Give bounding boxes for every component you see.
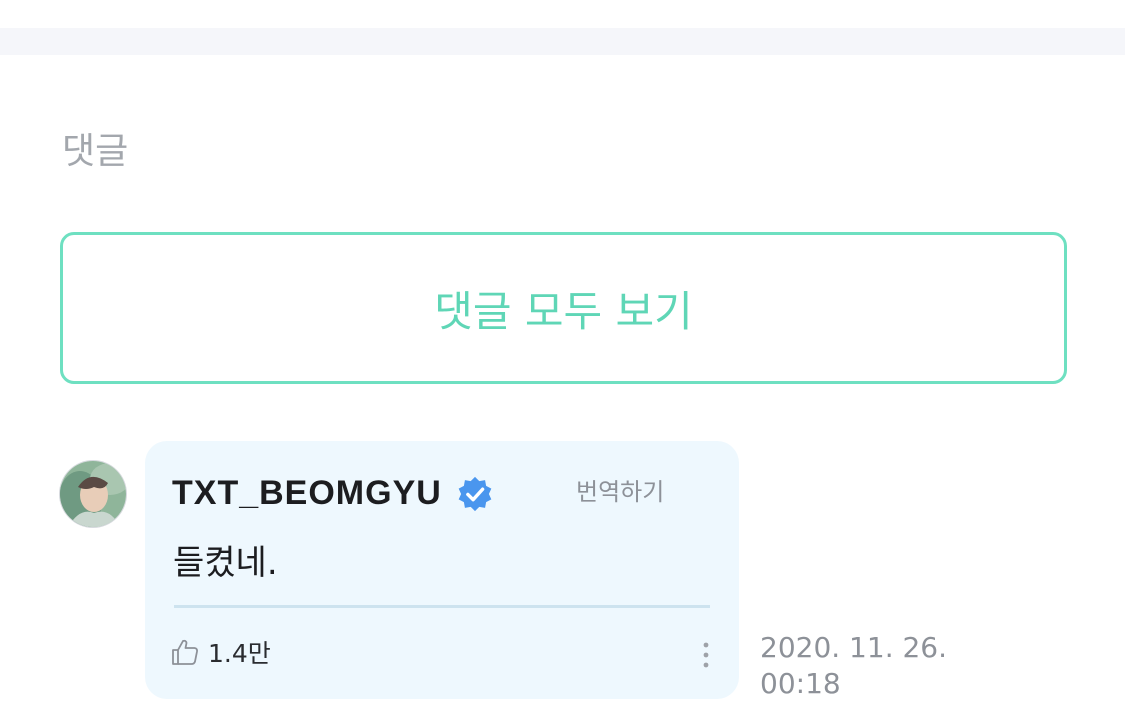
comment-divider <box>174 605 710 608</box>
like-button[interactable]: 1.4만 <box>170 634 271 670</box>
view-all-comments-button[interactable]: 댓글 모두 보기 <box>60 232 1067 384</box>
like-count: 1.4만 <box>208 639 271 668</box>
comment-text: 들켰네. <box>173 543 278 583</box>
verified-badge-icon <box>458 476 492 511</box>
comments-section-title: 댓글 <box>62 131 129 172</box>
avatar-image <box>60 461 126 527</box>
translate-button[interactable]: 번역하기 <box>576 472 664 507</box>
author-name[interactable]: TXT_BEOMGYU <box>172 474 442 513</box>
comment-date: 2020. 11. 26. <box>760 631 948 664</box>
more-vertical-icon[interactable] <box>696 638 716 672</box>
comment-timestamp: 2020. 11. 26. 00:18 <box>760 630 1000 702</box>
comment-time: 00:18 <box>760 667 841 700</box>
comment-author: TXT_BEOMGYU <box>172 474 494 513</box>
top-separator-band <box>0 28 1125 55</box>
author-avatar[interactable] <box>60 461 126 527</box>
thumbs-up-icon <box>172 639 198 665</box>
